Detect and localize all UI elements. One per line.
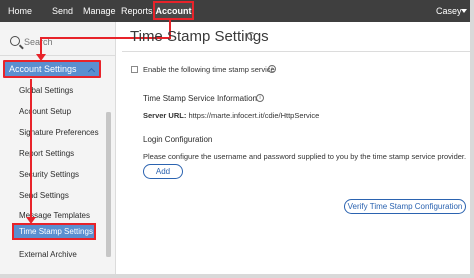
sidebar-item-global-settings[interactable]: Global Settings bbox=[19, 86, 73, 95]
search-icon bbox=[10, 36, 20, 46]
search-input[interactable] bbox=[24, 32, 110, 52]
annotation-arrow bbox=[40, 37, 42, 55]
login-config-heading: Login Configuration bbox=[143, 135, 213, 144]
verify-time-stamp-button[interactable]: Verify Time Stamp Configuration bbox=[344, 199, 466, 214]
nav-reports[interactable]: Reports bbox=[121, 0, 153, 22]
sidebar-section-account-settings[interactable]: Account Settings bbox=[3, 60, 101, 78]
add-button[interactable]: Add bbox=[143, 164, 183, 179]
arrow-head-icon bbox=[26, 217, 36, 224]
server-url-label: Server URL: bbox=[143, 111, 187, 120]
server-url-value: https://marte.infocert.it/cdie/HttpServi… bbox=[188, 111, 320, 120]
sidebar-item-label: Time Stamp Settings bbox=[19, 227, 93, 236]
nav-send[interactable]: Send bbox=[52, 0, 73, 22]
arrow-head-icon bbox=[36, 54, 46, 61]
info-icon[interactable]: i bbox=[268, 65, 276, 73]
title-divider bbox=[122, 51, 470, 52]
sidebar-item-send-settings[interactable]: Send Settings bbox=[19, 191, 69, 200]
info-icon[interactable]: i bbox=[256, 94, 264, 102]
server-url-row: Server URL: https://marte.infocert.it/cd… bbox=[143, 111, 319, 120]
app-window: Home Send Manage Reports Account Casey A… bbox=[0, 0, 474, 278]
nav-home[interactable]: Home bbox=[8, 0, 32, 22]
sidebar-item-time-stamp-settings[interactable]: Time Stamp Settings bbox=[12, 223, 96, 240]
chevron-down-icon[interactable] bbox=[461, 9, 467, 13]
top-nav-bar: Home Send Manage Reports Account Casey bbox=[0, 0, 470, 22]
service-info-heading: Time Stamp Service Information bbox=[143, 94, 257, 103]
enable-time-stamp-checkbox[interactable] bbox=[131, 66, 138, 73]
sidebar-scrollbar-thumb[interactable] bbox=[106, 112, 111, 257]
user-menu[interactable]: Casey bbox=[436, 0, 462, 22]
sidebar-item-security-settings[interactable]: Security Settings bbox=[19, 170, 79, 179]
sidebar-item-report-settings[interactable]: Report Settings bbox=[19, 149, 74, 158]
login-config-description: Please configure the username and passwo… bbox=[143, 152, 467, 161]
nav-account[interactable]: Account bbox=[153, 1, 194, 20]
annotation-arrow bbox=[30, 79, 32, 221]
sidebar-search[interactable] bbox=[4, 32, 112, 54]
sidebar-item-account-setup[interactable]: Account Setup bbox=[19, 107, 71, 116]
nav-manage[interactable]: Manage bbox=[83, 0, 116, 22]
sidebar-item-external-archive[interactable]: External Archive bbox=[19, 250, 77, 259]
sidebar-section-label: Account Settings bbox=[9, 64, 77, 74]
sidebar-divider bbox=[0, 55, 115, 56]
refresh-icon[interactable] bbox=[247, 32, 255, 40]
enable-time-stamp-label: Enable the following time stamp service bbox=[143, 65, 275, 74]
